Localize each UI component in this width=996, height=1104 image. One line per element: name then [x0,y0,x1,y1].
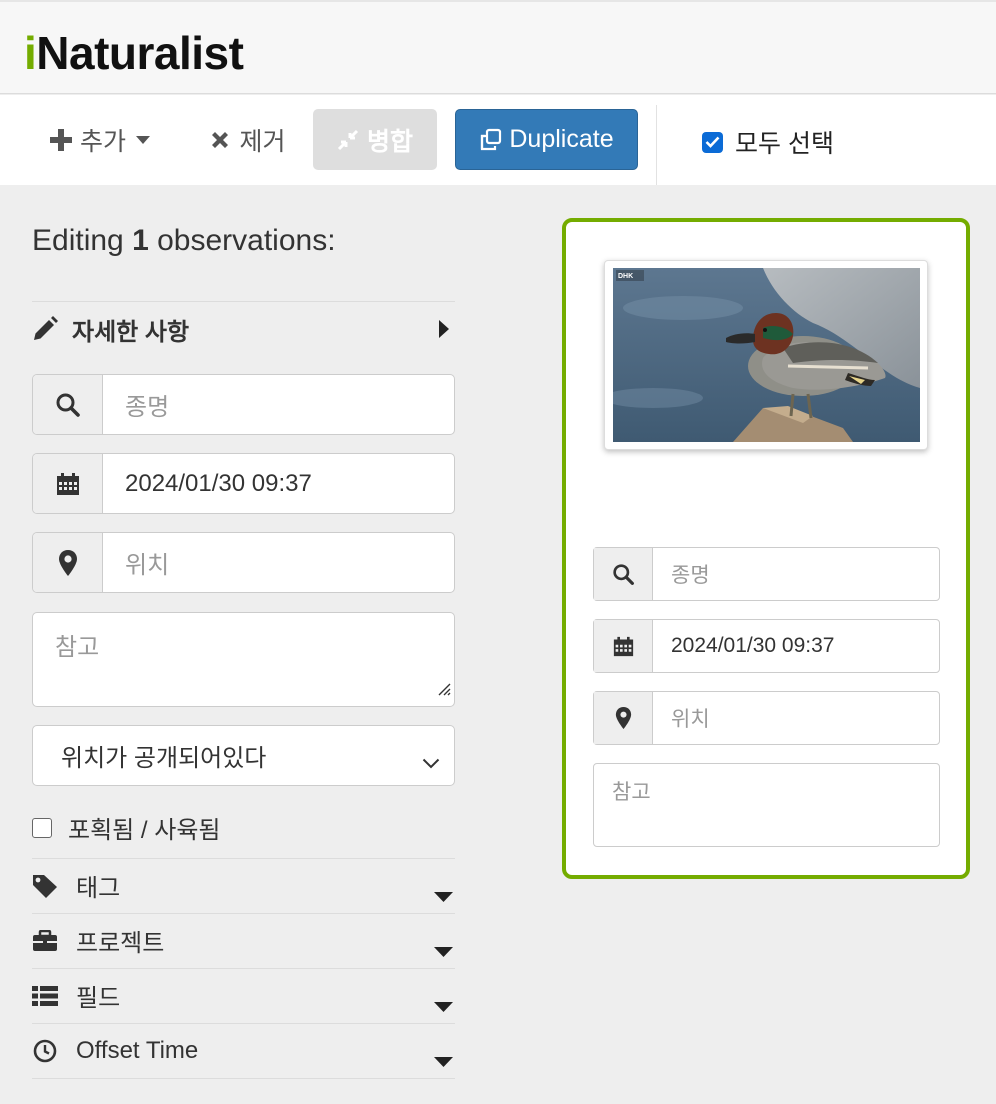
map-marker-icon [33,533,103,592]
duplicate-button[interactable]: Duplicate [455,109,638,170]
chevron-down-icon [422,748,440,776]
clock-icon [32,1039,58,1063]
captive-label: 포획됨 / 사육됨 [68,817,221,844]
caret-down-icon [434,991,453,1019]
section-offset-time[interactable]: Offset Time [32,1023,455,1078]
logo-text: Naturalist [36,27,244,79]
heading-suffix: observations: [157,224,336,257]
select-all-checkbox[interactable] [702,131,723,153]
date-input-group: 2024/01/30 09:37 [32,453,455,514]
pencil-icon [32,316,58,342]
card-notes-placeholder: 참고 [612,781,651,804]
remove-button[interactable]: 제거 [190,109,305,170]
observation-photo[interactable]: DHK [613,268,920,442]
merge-button-label: 병합 [366,127,413,156]
geoprivacy-value: 위치가 공개되어있다 [61,745,267,772]
caret-down-icon [434,936,453,964]
card-location-input-group: 위치 [593,691,940,745]
remove-button-label: 제거 [239,127,286,156]
resize-handle-icon[interactable] [435,675,451,703]
species-input[interactable]: 종명 [103,375,454,434]
copy-icon [479,128,503,152]
calendar-icon [33,454,103,513]
inaturalist-logo[interactable]: iNaturalist [24,27,244,79]
location-input[interactable]: 위치 [103,533,454,592]
section-fields[interactable]: 필드 [32,968,455,1023]
add-button-label: 추가 [79,127,126,156]
heading-count: 1 [132,224,149,257]
section-offset-time-label: Offset Time [76,1036,199,1064]
list-icon [32,985,58,1007]
caret-down-icon [434,881,453,909]
briefcase-icon [32,929,58,952]
top-bar: iNaturalist [0,0,996,94]
heading-prefix: Editing [32,224,124,257]
editing-heading: Editing 1 observations: [32,224,336,258]
search-icon [594,548,653,600]
search-icon [33,375,103,434]
duplicate-button-label: Duplicate [509,125,614,153]
plus-icon [49,128,72,151]
card-date-input[interactable]: 2024/01/30 09:37 [653,620,939,672]
calendar-icon [594,620,653,672]
tag-icon [32,874,58,898]
merge-button[interactable]: 병합 [313,109,437,170]
species-input-group: 종명 [32,374,455,435]
toolbar-divider [656,105,657,185]
close-icon [209,129,231,151]
observation-card[interactable]: DHK 종명 2024/01/30 09:37 위치 참고 [562,218,970,879]
captive-checkbox[interactable] [32,817,52,838]
section-tags[interactable]: 태그 [32,858,455,913]
compress-icon [337,129,359,151]
section-tags-label: 태그 [76,875,121,902]
details-label: 자세한 사항 [72,318,190,346]
section-fields-label: 필드 [76,985,121,1012]
location-input-group: 위치 [32,532,455,593]
card-species-input[interactable]: 종명 [653,548,939,600]
card-location-input[interactable]: 위치 [653,692,939,744]
date-input[interactable]: 2024/01/30 09:37 [103,454,454,513]
card-species-input-group: 종명 [593,547,940,601]
geoprivacy-select[interactable]: 위치가 공개되어있다 [32,725,455,786]
observation-photo-frame[interactable]: DHK [604,260,928,450]
details-toggle[interactable]: 자세한 사항 [32,302,455,356]
photo-watermark: DHK [618,273,633,280]
section-projects-label: 프로젝트 [76,930,165,957]
notes-textarea[interactable]: 참고 [32,612,455,707]
captive-toggle[interactable]: 포획됨 / 사육됨 [32,810,220,845]
card-date-input-group: 2024/01/30 09:37 [593,619,940,673]
section-projects[interactable]: 프로젝트 [32,913,455,968]
caret-down-icon [136,135,150,144]
select-all-label: 모두 선택 [735,130,834,158]
notes-placeholder: 참고 [55,634,100,661]
card-notes-textarea[interactable]: 참고 [593,763,940,847]
caret-right-icon [439,320,449,343]
divider [32,1078,455,1079]
logo-i: i [24,27,37,79]
uploader-toolbar: 추가 제거 병합 Duplicate [0,95,996,185]
add-button[interactable]: 추가 [30,109,170,170]
caret-down-icon [434,1046,453,1074]
map-marker-icon [594,692,653,744]
select-all-toggle[interactable]: 모두 선택 [702,124,834,160]
